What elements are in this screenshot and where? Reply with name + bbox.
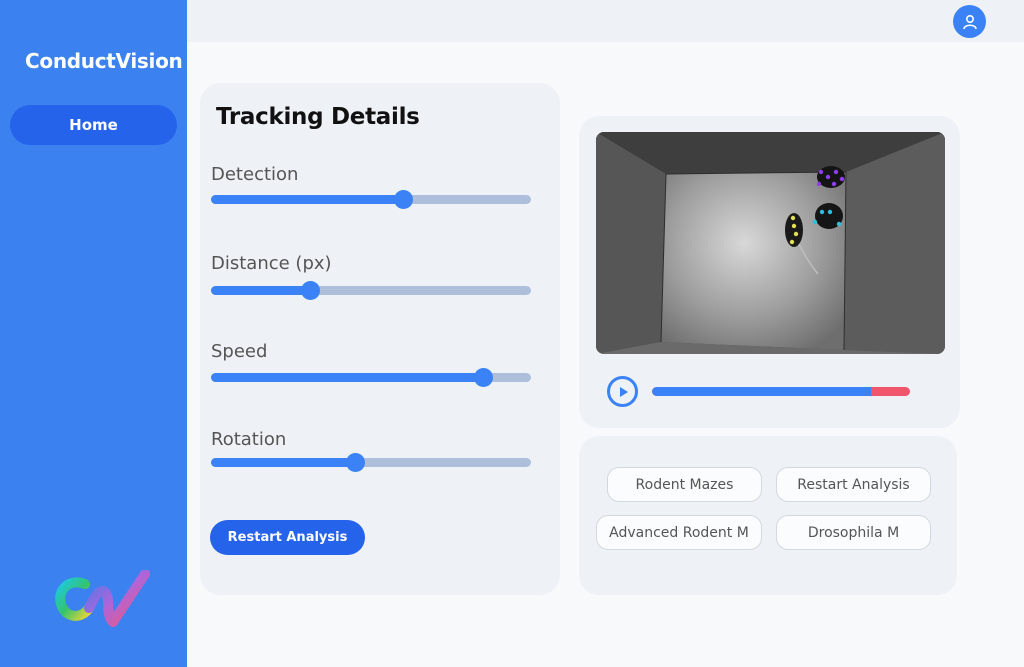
slider-thumb[interactable] — [346, 453, 365, 472]
drosophila-button[interactable]: Drosophila M — [776, 515, 931, 550]
slider-thumb[interactable] — [474, 368, 493, 387]
top-bar — [187, 0, 1024, 42]
restart-analysis-button[interactable]: Restart Analysis — [210, 520, 365, 555]
detection-label: Detection — [211, 164, 299, 185]
advanced-rodent-button[interactable]: Advanced Rodent M — [596, 515, 762, 550]
speed-label: Speed — [211, 341, 268, 362]
conductvision-logo-icon — [55, 570, 150, 627]
detection-slider[interactable] — [211, 190, 531, 209]
sidebar-item-home[interactable]: Home — [10, 105, 177, 145]
slider-thumb[interactable] — [301, 281, 320, 300]
rodent-mazes-button[interactable]: Rodent Mazes — [607, 467, 762, 502]
slider-fill — [211, 195, 403, 204]
play-icon — [619, 386, 628, 397]
user-icon — [962, 14, 977, 29]
rotation-label: Rotation — [211, 429, 287, 450]
user-avatar[interactable] — [953, 5, 986, 38]
distance-label: Distance (px) — [211, 253, 332, 274]
video-progress-played — [652, 387, 871, 396]
speed-slider[interactable] — [211, 368, 531, 387]
restart-analysis-chip-button[interactable]: Restart Analysis — [776, 467, 931, 502]
slider-fill — [211, 286, 310, 295]
slider-fill — [211, 458, 355, 467]
rotation-slider[interactable] — [211, 453, 531, 472]
brand-title: ConductVision — [25, 49, 183, 73]
tracking-details-card — [200, 83, 560, 595]
slider-fill — [211, 373, 483, 382]
distance-slider[interactable] — [211, 281, 531, 300]
arena-video-image — [596, 132, 945, 354]
video-progress-bar[interactable] — [652, 387, 910, 396]
tracking-video-frame[interactable] — [596, 132, 945, 354]
panel-title: Tracking Details — [216, 104, 420, 130]
play-button[interactable] — [607, 376, 638, 407]
slider-thumb[interactable] — [394, 190, 413, 209]
sidebar: ConductVision Home — [0, 0, 187, 667]
